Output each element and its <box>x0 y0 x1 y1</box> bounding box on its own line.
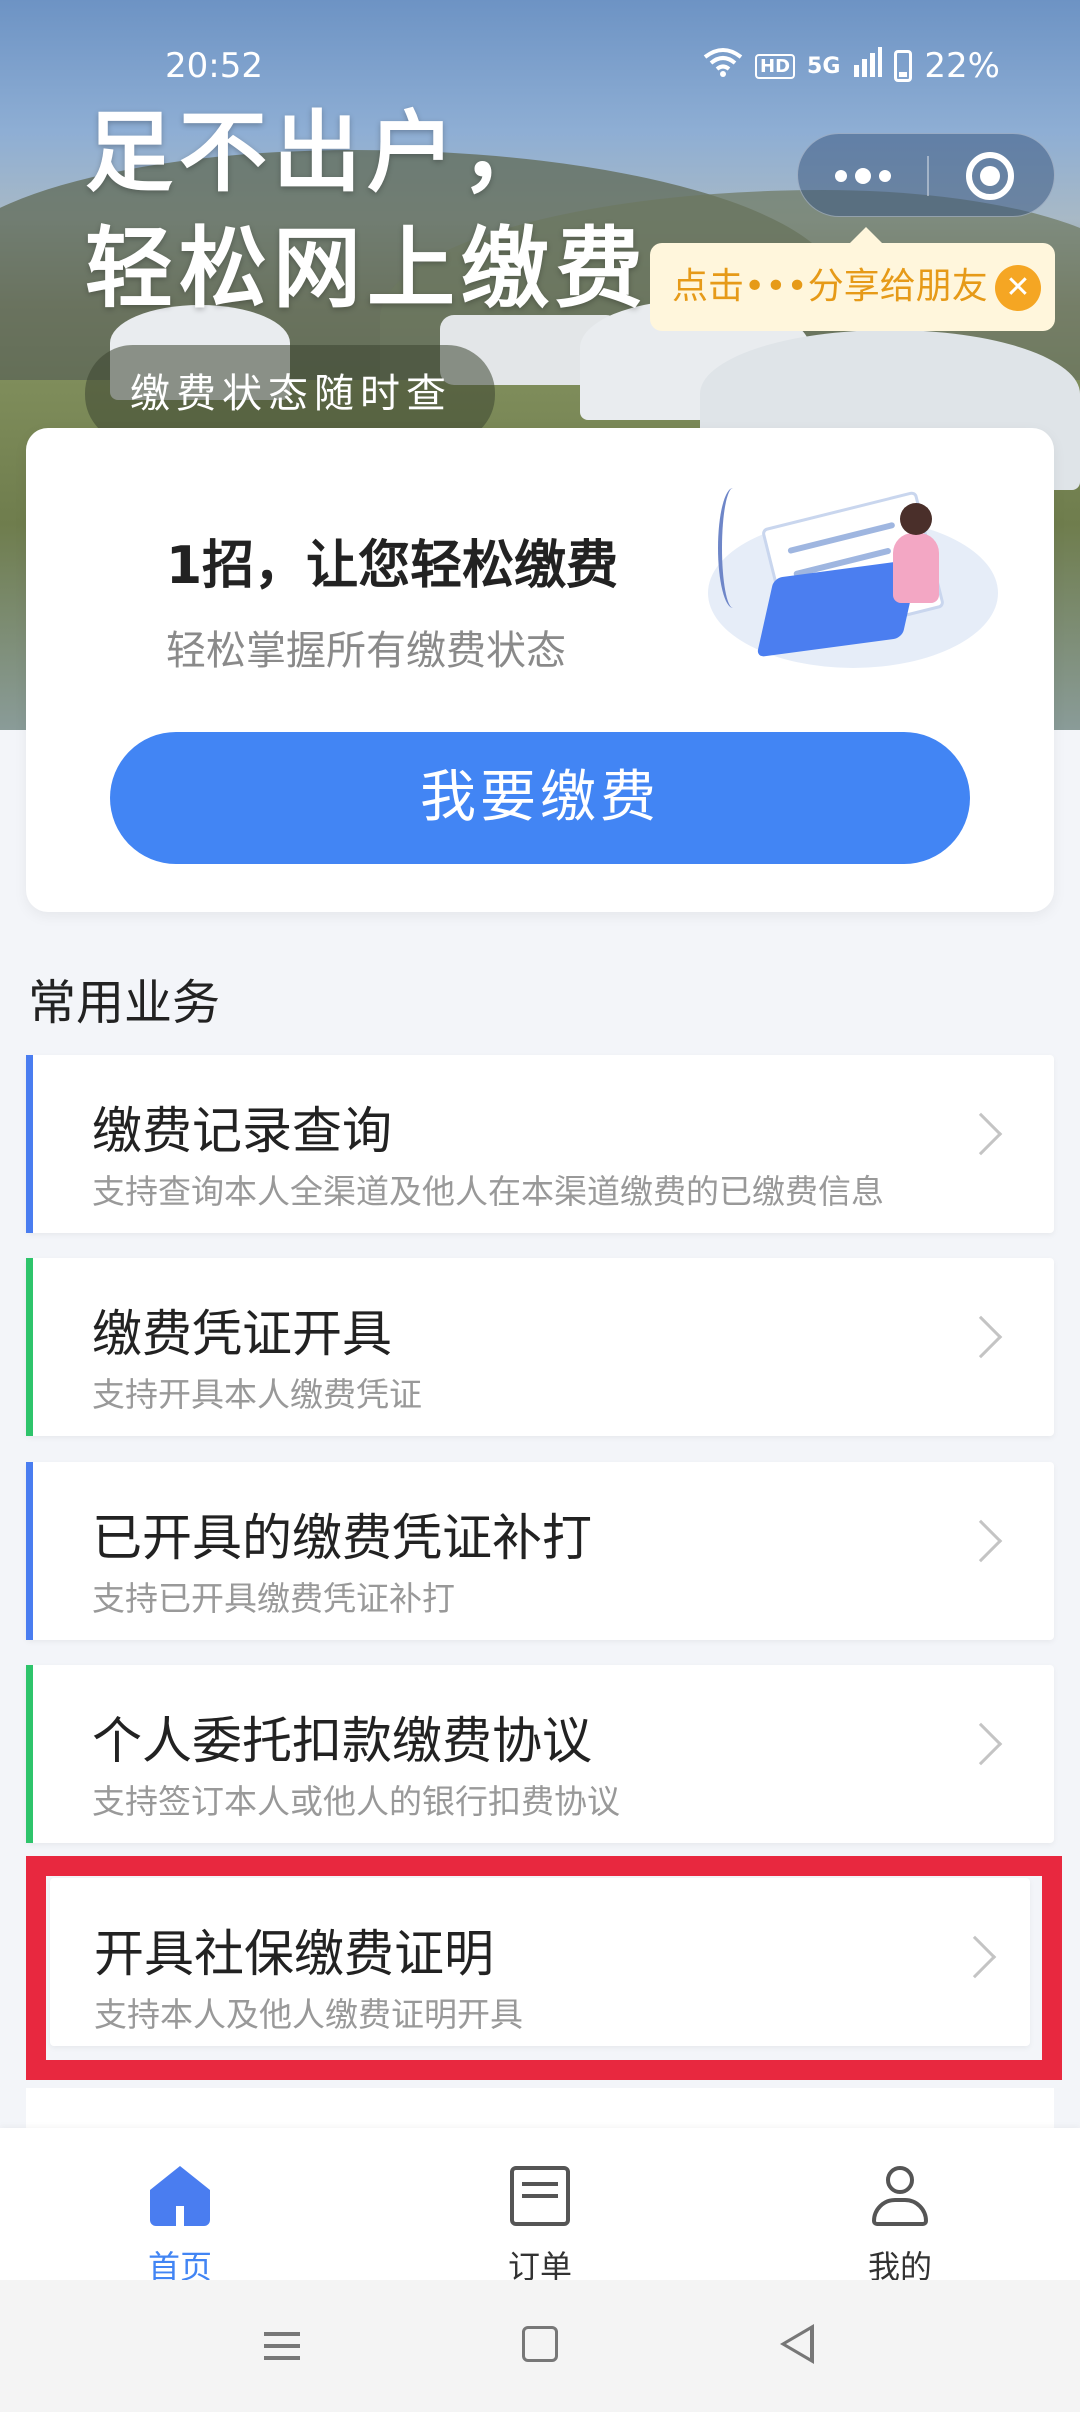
service-item-social-security-certificate[interactable]: 开具社保缴费证明 支持本人及他人缴费证明开具 <box>50 1878 1030 2046</box>
item-accent-bar <box>26 1462 33 1640</box>
item-desc: 支持签订本人或他人的银行扣费协议 <box>92 1782 620 1821</box>
item-desc: 支持开具本人缴费凭证 <box>92 1375 422 1414</box>
item-accent-bar <box>26 1258 33 1436</box>
more-options-button[interactable] <box>798 134 927 218</box>
user-icon <box>870 2166 930 2226</box>
share-tip: 点击•••分享给朋友 ✕ <box>650 227 1055 331</box>
service-item-reprint-voucher[interactable]: 已开具的缴费凭证补打 支持已开具缴费凭证补打 <box>26 1462 1054 1640</box>
chevron-right-icon <box>959 1722 1003 1766</box>
hd-badge: HD <box>755 53 796 79</box>
item-title: 开具社保缴费证明 <box>94 1925 494 1983</box>
dot-icon <box>878 170 891 182</box>
signal-icon <box>852 46 883 86</box>
item-desc: 支持本人及他人缴费证明开具 <box>94 1995 523 2034</box>
dot-icon <box>834 170 847 182</box>
service-item-debit-agreement[interactable]: 个人委托扣款缴费协议 支持签订本人或他人的银行扣费协议 <box>26 1665 1054 1843</box>
user-icon-body <box>872 2198 928 2226</box>
battery-level: 22% <box>924 46 1000 86</box>
item-accent-bar <box>26 1665 33 1843</box>
capsule-divider <box>927 156 929 196</box>
share-tip-text: 点击•••分享给朋友 <box>672 266 988 307</box>
battery-icon <box>894 50 913 82</box>
miniprogram-capsule <box>797 133 1055 217</box>
dot-icon <box>854 168 871 184</box>
section-title: 常用业务 <box>28 975 221 1031</box>
illustration-person-head <box>900 503 932 535</box>
status-right: HD 5G 22% <box>703 46 1000 86</box>
bottom-tab-bar: 首页 订单 我的 <box>0 2128 1080 2286</box>
item-title: 缴费记录查询 <box>92 1102 392 1160</box>
close-miniprogram-button[interactable] <box>966 152 1014 200</box>
status-time: 20:52 <box>165 46 263 86</box>
back-icon[interactable] <box>780 2324 814 2364</box>
pay-now-button[interactable]: 我要缴费 <box>110 732 970 864</box>
item-desc: 支持查询本人全渠道及他人在本渠道缴费的已缴费信息 <box>92 1172 884 1211</box>
wifi-icon <box>703 46 743 86</box>
item-title: 个人委托扣款缴费协议 <box>92 1712 592 1770</box>
network-type: 5G <box>807 53 841 79</box>
item-title: 已开具的缴费凭证补打 <box>92 1509 592 1567</box>
chevron-right-icon <box>959 1315 1003 1359</box>
illustration-person <box>893 533 939 603</box>
hero-title: 足不出户， 轻松网上缴费 <box>85 95 649 327</box>
home-square-icon[interactable] <box>522 2326 558 2362</box>
hero-title-line2: 轻松网上缴费 <box>85 217 650 320</box>
item-desc: 支持已开具缴费凭证补打 <box>92 1579 455 1618</box>
chevron-right-icon <box>959 1112 1003 1156</box>
item-accent-bar <box>26 1055 33 1233</box>
order-icon <box>510 2166 570 2226</box>
user-icon-head <box>886 2166 914 2194</box>
illustration-leaf <box>718 488 748 608</box>
pay-card: 1招，让您轻松缴费 轻松掌握所有缴费状态 我要缴费 <box>26 428 1054 912</box>
recents-icon[interactable] <box>264 2332 300 2336</box>
card-title: 1招，让您轻松缴费 <box>166 536 619 596</box>
tab-orders[interactable]: 订单 <box>440 2148 640 2286</box>
service-item-payment-record[interactable]: 缴费记录查询 支持查询本人全渠道及他人在本渠道缴费的已缴费信息 <box>26 1055 1054 1233</box>
tab-mine[interactable]: 我的 <box>800 2148 1000 2286</box>
tab-home[interactable]: 首页 <box>80 2148 280 2286</box>
system-nav-bar <box>0 2280 1080 2412</box>
home-icon <box>150 2166 210 2226</box>
close-tip-button[interactable]: ✕ <box>995 265 1041 311</box>
chevron-right-icon <box>959 1519 1003 1563</box>
hero-title-line1: 足不出户， <box>85 101 556 204</box>
status-bar: 20:52 HD 5G 22% <box>0 46 1080 96</box>
item-title: 缴费凭证开具 <box>92 1305 392 1363</box>
service-item-issue-voucher[interactable]: 缴费凭证开具 支持开具本人缴费凭证 <box>26 1258 1054 1436</box>
card-subtitle: 轻松掌握所有缴费状态 <box>166 628 566 674</box>
payment-illustration <box>678 488 1008 678</box>
chevron-right-icon <box>953 1935 997 1979</box>
next-item-peek <box>26 2088 1054 2128</box>
